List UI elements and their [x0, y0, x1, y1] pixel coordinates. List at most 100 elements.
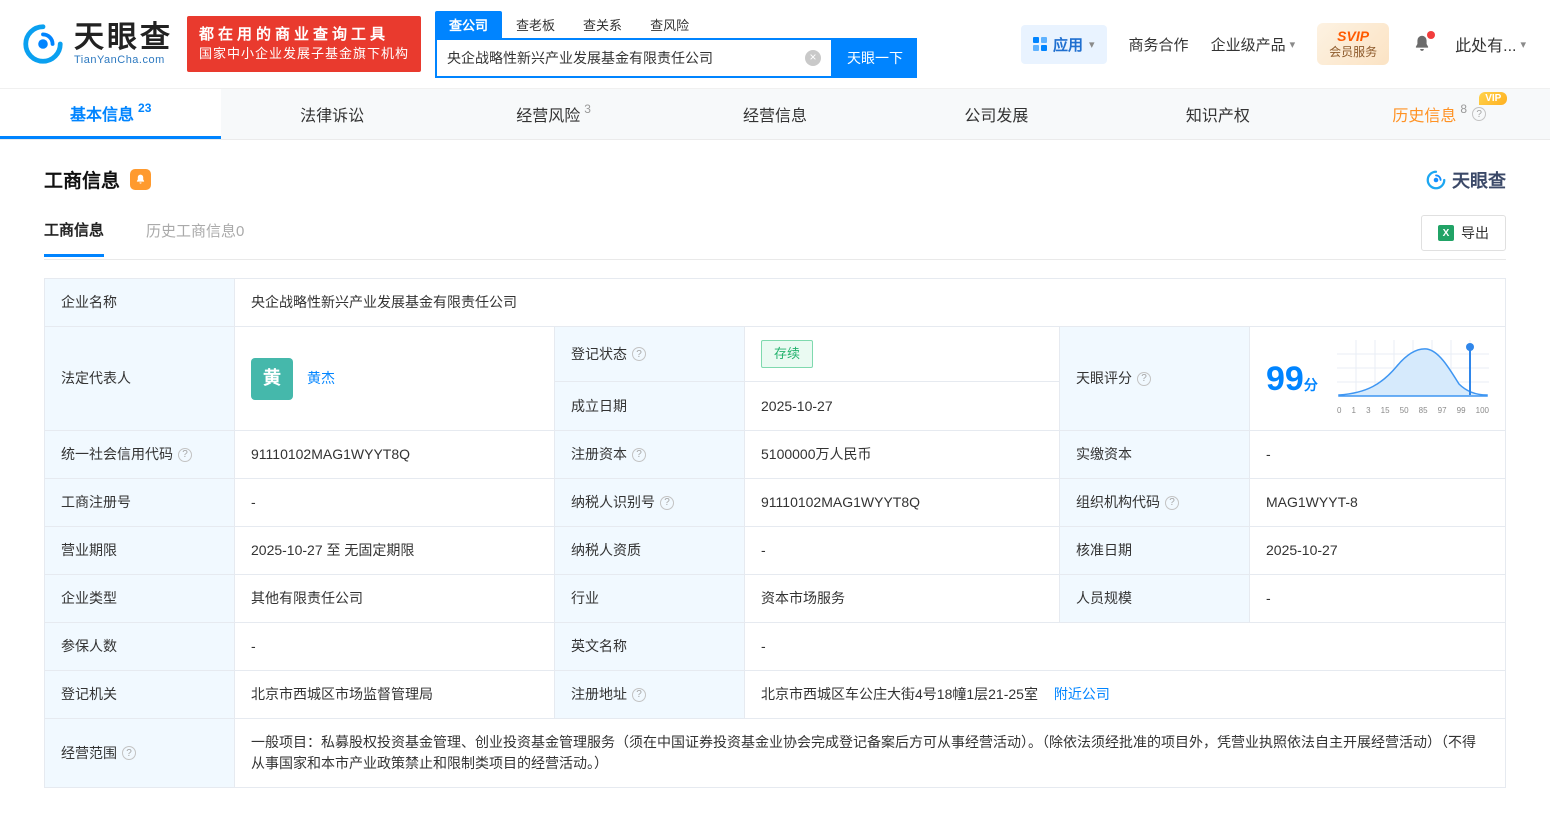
table-row: 登记机关 北京市西城区市场监督管理局 注册地址? 北京市西城区车公庄大街4号18…: [45, 671, 1506, 719]
tab-label: 公司发展: [964, 102, 1028, 126]
field-label: 企业类型: [45, 575, 235, 623]
help-icon[interactable]: ?: [660, 496, 674, 510]
field-label-text: 经营范围: [61, 743, 117, 764]
nearby-companies-link[interactable]: 附近公司: [1054, 686, 1110, 702]
svip-membership-badge[interactable]: SVIP 会员服务: [1317, 23, 1389, 66]
field-label: 营业期限: [45, 527, 235, 575]
legal-rep-avatar[interactable]: 黄: [251, 358, 293, 400]
reg-authority-value: 北京市西城区市场监督管理局: [235, 671, 555, 719]
vip-tag: VIP: [1479, 92, 1507, 105]
table-row: 工商注册号 - 纳税人识别号? 91110102MAG1WYYT8Q 组织机构代…: [45, 479, 1506, 527]
tab-operating-risk[interactable]: 经营风险 3: [443, 89, 664, 139]
search-area: 查公司 查老板 查关系 查风险 × 天眼一下: [435, 11, 917, 78]
field-label-text: 注册资本: [571, 444, 627, 465]
table-row: 经营范围? 一般项目：私募股权投资基金管理、创业投资基金管理服务（须在中国证券投…: [45, 719, 1506, 788]
brand-name: 天眼查: [74, 22, 173, 54]
field-label: 英文名称: [555, 623, 745, 671]
tab-history-info[interactable]: VIP 历史信息 8 ?: [1329, 89, 1550, 139]
top-header: 天眼查 TianYanCha.com 都在用的商业查询工具 国家中小企业发展子基…: [0, 0, 1550, 88]
field-label: 登记机关: [45, 671, 235, 719]
eye-logo-icon: [20, 21, 66, 67]
help-icon[interactable]: ?: [632, 347, 646, 361]
field-label: 经营范围?: [45, 719, 235, 788]
reg-capital-value: 5100000万人民币: [745, 431, 1060, 479]
tab-label: 经营风险: [516, 102, 580, 126]
search-box: ×: [435, 38, 833, 78]
enterprise-label: 企业级产品: [1211, 34, 1286, 55]
score-curve: [1339, 349, 1487, 396]
excel-icon: X: [1438, 225, 1454, 241]
field-label-text: 登记状态: [571, 344, 627, 365]
notification-bell[interactable]: [1411, 33, 1433, 55]
tab-business-info[interactable]: 经营信息: [664, 89, 885, 139]
export-button[interactable]: X 导出: [1421, 215, 1506, 251]
field-label: 登记状态 ?: [555, 327, 745, 382]
help-icon[interactable]: ?: [1137, 372, 1151, 386]
field-label: 统一社会信用代码?: [45, 431, 235, 479]
field-label: 法定代表人: [45, 327, 235, 431]
search-tab-risk[interactable]: 查风险: [636, 11, 703, 38]
approved-date-value: 2025-10-27: [1250, 527, 1506, 575]
search-tab-company[interactable]: 查公司: [435, 11, 502, 38]
tab-basic-info[interactable]: 基本信息 23: [0, 89, 221, 139]
slogan-badge: 都在用的商业查询工具 国家中小企业发展子基金旗下机构: [187, 16, 421, 73]
chevron-down-icon: ▾: [1290, 38, 1296, 51]
apps-menu[interactable]: 应用 ▾: [1021, 25, 1107, 64]
help-icon[interactable]: ?: [1472, 107, 1486, 121]
table-row: 企业名称 央企战略性新兴产业发展基金有限责任公司: [45, 279, 1506, 327]
tab-legal-litigation[interactable]: 法律诉讼: [221, 89, 442, 139]
insured-count-value: -: [235, 623, 555, 671]
field-label: 行业: [555, 575, 745, 623]
table-row: 统一社会信用代码? 91110102MAG1WYYT8Q 注册资本? 51000…: [45, 431, 1506, 479]
field-label: 人员规模: [1060, 575, 1250, 623]
help-icon[interactable]: ?: [632, 688, 646, 702]
tab-company-development[interactable]: 公司发展: [886, 89, 1107, 139]
tianyancha-logo[interactable]: 天眼查 TianYanCha.com: [20, 21, 173, 67]
status-badge: 存续: [761, 340, 813, 368]
help-icon[interactable]: ?: [178, 448, 192, 462]
legal-rep-name-link[interactable]: 黄杰: [307, 368, 335, 389]
business-info-table: 企业名称 央企战略性新兴产业发展基金有限责任公司 法定代表人 黄 黄杰 登记状态…: [44, 278, 1506, 788]
svip-label: SVIP: [1329, 28, 1377, 46]
search-input[interactable]: [437, 50, 805, 66]
search-tab-boss[interactable]: 查老板: [502, 11, 569, 38]
reg-address-value: 北京市西城区车公庄大街4号18幢1层21-25室: [761, 686, 1038, 702]
subscribe-bell-button[interactable]: [130, 169, 151, 190]
tianyan-score-cell: 99分: [1250, 327, 1506, 431]
staff-size-value: -: [1250, 575, 1506, 623]
search-button[interactable]: 天眼一下: [833, 38, 917, 78]
company-name-value: 央企战略性新兴产业发展基金有限责任公司: [235, 279, 1506, 327]
watermark-text: 天眼查: [1452, 167, 1506, 193]
tab-label: 基本信息: [70, 101, 134, 125]
business-cooperation-link[interactable]: 商务合作: [1129, 34, 1189, 55]
help-icon[interactable]: ?: [122, 746, 136, 760]
tianyancha-watermark: 天眼查: [1425, 167, 1506, 193]
field-label: 成立日期: [555, 382, 745, 431]
apps-label: 应用: [1053, 34, 1083, 55]
establish-date-value: 2025-10-27: [745, 382, 1060, 431]
org-code-value: MAG1WYYT-8: [1250, 479, 1506, 527]
clear-search-icon[interactable]: ×: [805, 50, 821, 66]
user-account-menu[interactable]: 此处有... ▾: [1455, 32, 1526, 56]
tab-count: 8: [1460, 102, 1467, 116]
score-distribution-chart: 01 315 5085 9799 100: [1337, 340, 1489, 417]
export-label: 导出: [1461, 223, 1489, 243]
field-label-text: 纳税人识别号: [571, 492, 655, 513]
tab-count: 23: [138, 101, 151, 115]
reg-no-value: -: [235, 479, 555, 527]
help-icon[interactable]: ?: [632, 448, 646, 462]
tab-intellectual-property[interactable]: 知识产权: [1107, 89, 1328, 139]
brand-domain: TianYanCha.com: [74, 54, 173, 66]
table-row: 企业类型 其他有限责任公司 行业 资本市场服务 人员规模 -: [45, 575, 1506, 623]
subtab-history-registration[interactable]: 历史工商信息0: [146, 220, 244, 255]
search-tab-relation[interactable]: 查关系: [569, 11, 636, 38]
field-label: 注册资本?: [555, 431, 745, 479]
subtab-business-registration[interactable]: 工商信息: [44, 219, 104, 257]
enterprise-products-menu[interactable]: 企业级产品 ▾: [1211, 34, 1296, 55]
help-icon[interactable]: ?: [1165, 496, 1179, 510]
score-value: 99: [1266, 360, 1304, 398]
main-content: 工商信息 天眼查 工商信息 历史工商信息0 X 导出: [44, 166, 1506, 788]
search-tabs: 查公司 查老板 查关系 查风险: [435, 11, 917, 38]
field-label: 组织机构代码?: [1060, 479, 1250, 527]
field-label: 纳税人识别号?: [555, 479, 745, 527]
